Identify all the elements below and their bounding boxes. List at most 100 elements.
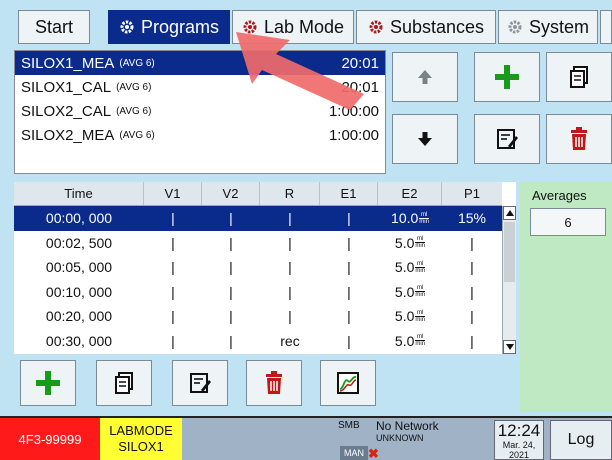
gear-icon bbox=[368, 19, 384, 35]
program-steps-table: Time V1 V2 R E1 E2 P1 00:00, 000 | | | |… bbox=[14, 182, 516, 354]
cell-e1: | bbox=[347, 308, 351, 325]
column-header: P1 bbox=[464, 186, 480, 201]
copy-program-button[interactable] bbox=[546, 52, 612, 102]
program-name: SILOX2_MEA bbox=[21, 126, 115, 144]
network-error-icon: ✖ bbox=[368, 446, 379, 460]
edit-program-button[interactable] bbox=[474, 114, 540, 164]
unit-numerator: ml bbox=[415, 309, 426, 317]
top-tab-bar: Start Programs Lab Mode Substances Syste… bbox=[0, 0, 612, 46]
tab-substances[interactable]: Substances bbox=[356, 10, 496, 44]
clock-date-line1: Mar. 24, bbox=[502, 440, 536, 450]
cell-time: 00:10, 000 bbox=[45, 283, 113, 300]
tab-system[interactable]: System bbox=[498, 10, 598, 44]
program-duration: 1:00:00 bbox=[328, 103, 379, 120]
column-header: R bbox=[260, 182, 320, 205]
column-header: V1 bbox=[144, 182, 202, 205]
unit-denominator: min bbox=[415, 292, 426, 299]
clock[interactable]: 12:24 Mar. 24, 2021 bbox=[494, 420, 544, 460]
program-avg: (AVG 6) bbox=[119, 57, 155, 69]
unit-denominator: min bbox=[419, 218, 429, 225]
cell-r: | bbox=[288, 210, 292, 227]
table-row[interactable]: 00:20, 000 | | | | 5.0 ml min | bbox=[14, 304, 502, 329]
averages-label: Averages bbox=[532, 188, 587, 203]
table-row[interactable]: 00:30, 000 | | rec | 5.0 ml min | bbox=[14, 329, 502, 354]
graph-icon bbox=[337, 372, 359, 394]
tab-programs[interactable]: Programs bbox=[108, 10, 230, 44]
tab-label: Start bbox=[34, 16, 73, 37]
unit-numerator: ml bbox=[415, 285, 426, 293]
program-duration: 1:00:00 bbox=[328, 127, 379, 144]
cell-v1: | bbox=[171, 332, 175, 349]
table-row[interactable]: 00:10, 000 | | | | 5.0 ml min | bbox=[14, 280, 502, 305]
program-row[interactable]: SILOX2_MEA (AVG 6) 1:00:00 bbox=[15, 123, 385, 147]
program-name: SILOX1_CAL bbox=[21, 78, 112, 96]
tab-overflow[interactable] bbox=[600, 10, 612, 44]
unit-numerator: ml bbox=[419, 211, 429, 219]
add-program-button[interactable] bbox=[474, 52, 540, 102]
graph-step-button[interactable] bbox=[320, 360, 376, 406]
network-status: No Network UNKNOWN bbox=[376, 420, 439, 444]
unit-denominator: min bbox=[415, 316, 426, 323]
copy-step-button[interactable] bbox=[96, 360, 152, 406]
mode-badge: LABMODE SILOX1 bbox=[100, 418, 182, 460]
scroll-thumb[interactable] bbox=[504, 222, 515, 282]
scroll-up-button[interactable] bbox=[503, 206, 516, 220]
network-sub: UNKNOWN bbox=[376, 433, 424, 443]
program-row[interactable]: SILOX2_CAL (AVG 6) 1:00:00 bbox=[15, 99, 385, 123]
edit-icon bbox=[497, 129, 518, 149]
program-name: SILOX2_CAL bbox=[21, 102, 112, 120]
table-scrollbar[interactable] bbox=[502, 206, 516, 354]
cell-e2: 5.0 ml min bbox=[378, 284, 442, 300]
add-step-button[interactable] bbox=[20, 360, 76, 406]
tab-label: System bbox=[528, 16, 589, 37]
tab-start[interactable]: Start bbox=[18, 10, 90, 44]
unit-numerator: ml bbox=[415, 334, 426, 342]
flow-value: 5.0 bbox=[394, 283, 415, 300]
flow-unit: ml min bbox=[415, 334, 426, 348]
move-down-button[interactable] bbox=[392, 114, 458, 164]
cell-p1: | bbox=[470, 332, 474, 349]
program-avg: (AVG 6) bbox=[116, 105, 152, 117]
flow-unit: ml min bbox=[415, 260, 426, 274]
cell-e2: 10.0 ml min bbox=[378, 210, 442, 226]
flow-value: 5.0 bbox=[394, 259, 415, 276]
arrow-up-icon bbox=[418, 70, 432, 84]
tab-label: Lab Mode bbox=[263, 16, 345, 37]
cell-time: 00:00, 000 bbox=[45, 210, 113, 227]
network-label: No Network bbox=[376, 419, 439, 433]
copy-icon bbox=[115, 372, 133, 394]
cell-v1: | bbox=[171, 308, 175, 325]
cell-e1: | bbox=[347, 283, 351, 300]
device-id-badge: 4F3-99999 bbox=[0, 418, 100, 460]
tab-lab-mode[interactable]: Lab Mode bbox=[232, 10, 354, 44]
tab-label: Substances bbox=[389, 16, 485, 37]
unit-denominator: min bbox=[415, 341, 426, 348]
delete-step-button[interactable] bbox=[246, 360, 302, 406]
cell-v1: | bbox=[171, 259, 175, 276]
unit-numerator: ml bbox=[415, 260, 426, 268]
program-row[interactable]: SILOX1_CAL (AVG 6) 20:01 bbox=[15, 75, 385, 99]
move-up-button[interactable] bbox=[392, 52, 458, 102]
cell-time: 00:02, 500 bbox=[45, 234, 113, 251]
edit-step-button[interactable] bbox=[172, 360, 228, 406]
cell-r: | bbox=[288, 234, 292, 251]
table-row[interactable]: 00:02, 500 | | | | 5.0 ml min | bbox=[14, 231, 502, 256]
cell-v1: | bbox=[171, 210, 175, 227]
scroll-down-button[interactable] bbox=[503, 340, 516, 354]
programs-panel: SILOX1_MEA (AVG 6) 20:01 SILOX1_CAL (AVG… bbox=[0, 46, 612, 178]
delete-program-button[interactable] bbox=[546, 114, 612, 164]
flow-unit: ml min bbox=[415, 285, 426, 299]
column-header: Time bbox=[14, 182, 144, 205]
cell-e2: 5.0 ml min bbox=[378, 333, 442, 349]
program-row[interactable]: SILOX1_MEA (AVG 6) 20:01 bbox=[15, 51, 385, 75]
smb-label: SMB bbox=[338, 420, 360, 431]
log-button[interactable]: Log bbox=[550, 420, 612, 460]
program-list[interactable]: SILOX1_MEA (AVG 6) 20:01 SILOX1_CAL (AVG… bbox=[14, 50, 386, 174]
averages-field[interactable]: 6 bbox=[530, 208, 606, 236]
program-avg: (AVG 6) bbox=[119, 129, 155, 141]
table-row[interactable]: 00:00, 000 | | | | 10.0 ml min 15% bbox=[14, 206, 502, 231]
program-duration: 20:01 bbox=[341, 79, 379, 96]
table-row[interactable]: 00:05, 000 | | | | 5.0 ml min | bbox=[14, 255, 502, 280]
cell-v1: | bbox=[171, 234, 175, 251]
cell-v2: | bbox=[229, 234, 233, 251]
